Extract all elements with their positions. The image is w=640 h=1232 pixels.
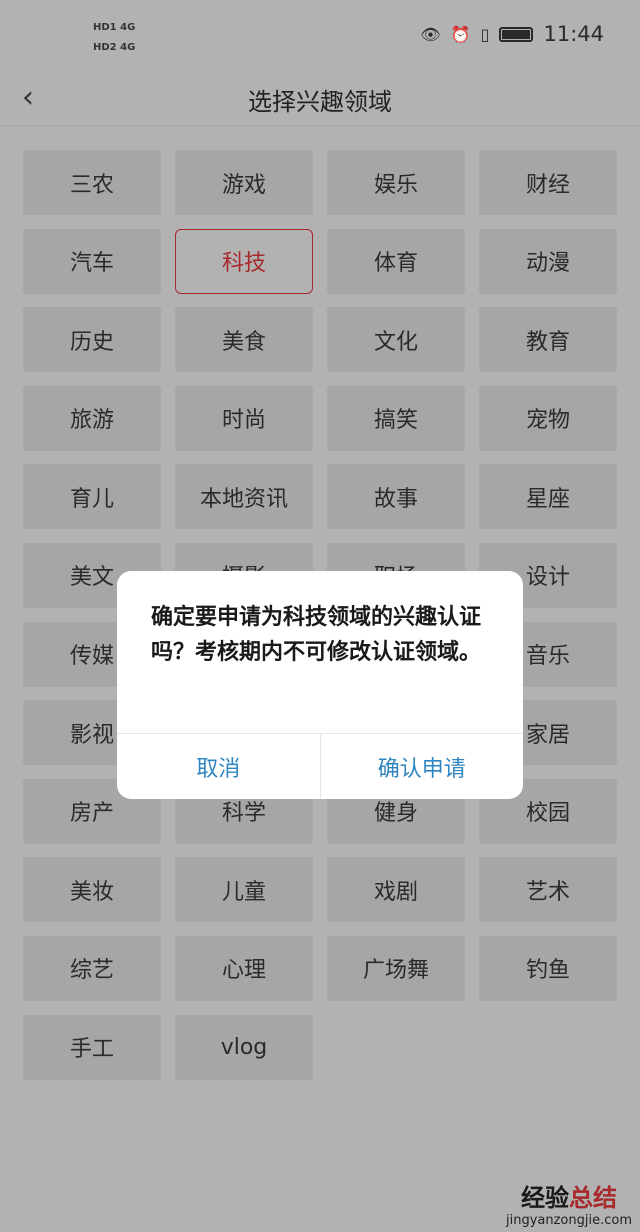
category-item[interactable]: 游戏 [175,150,313,215]
category-item[interactable]: 科技 [175,228,313,294]
category-item[interactable]: 搞笑 [327,385,465,451]
category-item[interactable]: 故事 [327,464,465,530]
page-title: 选择兴趣领域 [248,88,392,116]
category-item[interactable]: 时尚 [175,385,313,451]
category-item[interactable]: 本地资讯 [175,464,313,530]
category-item[interactable]: 儿童 [175,857,313,923]
category-item[interactable]: 旅游 [23,385,161,451]
category-item[interactable]: 综艺 [23,935,161,1001]
category-item[interactable]: 美食 [175,307,313,373]
status-bar: HD1 4G HD2 4G 👁 ⏰ ▯ 11:44 [0,0,640,72]
cancel-button[interactable]: 取消 [117,734,320,799]
category-item[interactable]: 动漫 [479,228,617,294]
category-item[interactable]: 三农 [23,150,161,215]
confirm-button[interactable]: 确认申请 [319,734,524,799]
header: ‹ 选择兴趣领域 [0,72,640,126]
category-item[interactable]: 财经 [479,150,617,215]
category-item[interactable]: 钓鱼 [479,935,617,1001]
alarm-icon: ⏰ [450,24,471,44]
category-item[interactable]: 手工 [23,1014,161,1080]
category-item[interactable]: vlog [175,1014,313,1080]
category-item[interactable]: 育儿 [23,464,161,530]
category-item[interactable]: 广场舞 [327,935,465,1001]
category-item[interactable]: 文化 [327,307,465,373]
confirm-dialog: 确定要申请为科技领域的兴趣认证吗？考核期内不可修改认证领域。 取消 确认申请 [117,571,523,799]
clock: 11:44 [543,22,604,46]
category-item[interactable]: 娱乐 [327,150,465,215]
category-item[interactable]: 宠物 [479,385,617,451]
category-item[interactable]: 星座 [479,464,617,530]
category-item[interactable]: 汽车 [23,228,161,294]
eye-icon: 👁 [420,24,441,44]
sim2-signal: HD2 4G [93,42,136,53]
sim1-signal: HD1 4G [93,22,136,33]
dialog-message: 确定要申请为科技领域的兴趣认证吗？考核期内不可修改认证领域。 [151,605,482,665]
category-item[interactable]: 戏剧 [327,857,465,923]
vibrate-icon: ▯ [480,24,490,44]
category-item[interactable]: 教育 [479,307,617,373]
watermark-logo: 经验总结 jingyanzongjie.com [505,1184,632,1228]
category-item[interactable]: 心理 [175,935,313,1001]
battery-icon [499,26,534,42]
category-item[interactable]: 体育 [327,228,465,294]
category-item[interactable]: 艺术 [479,857,617,923]
category-item[interactable]: 历史 [23,307,161,373]
signal-icons: HD1 4G HD2 4G [93,18,135,58]
category-item[interactable]: 美妆 [23,857,161,923]
